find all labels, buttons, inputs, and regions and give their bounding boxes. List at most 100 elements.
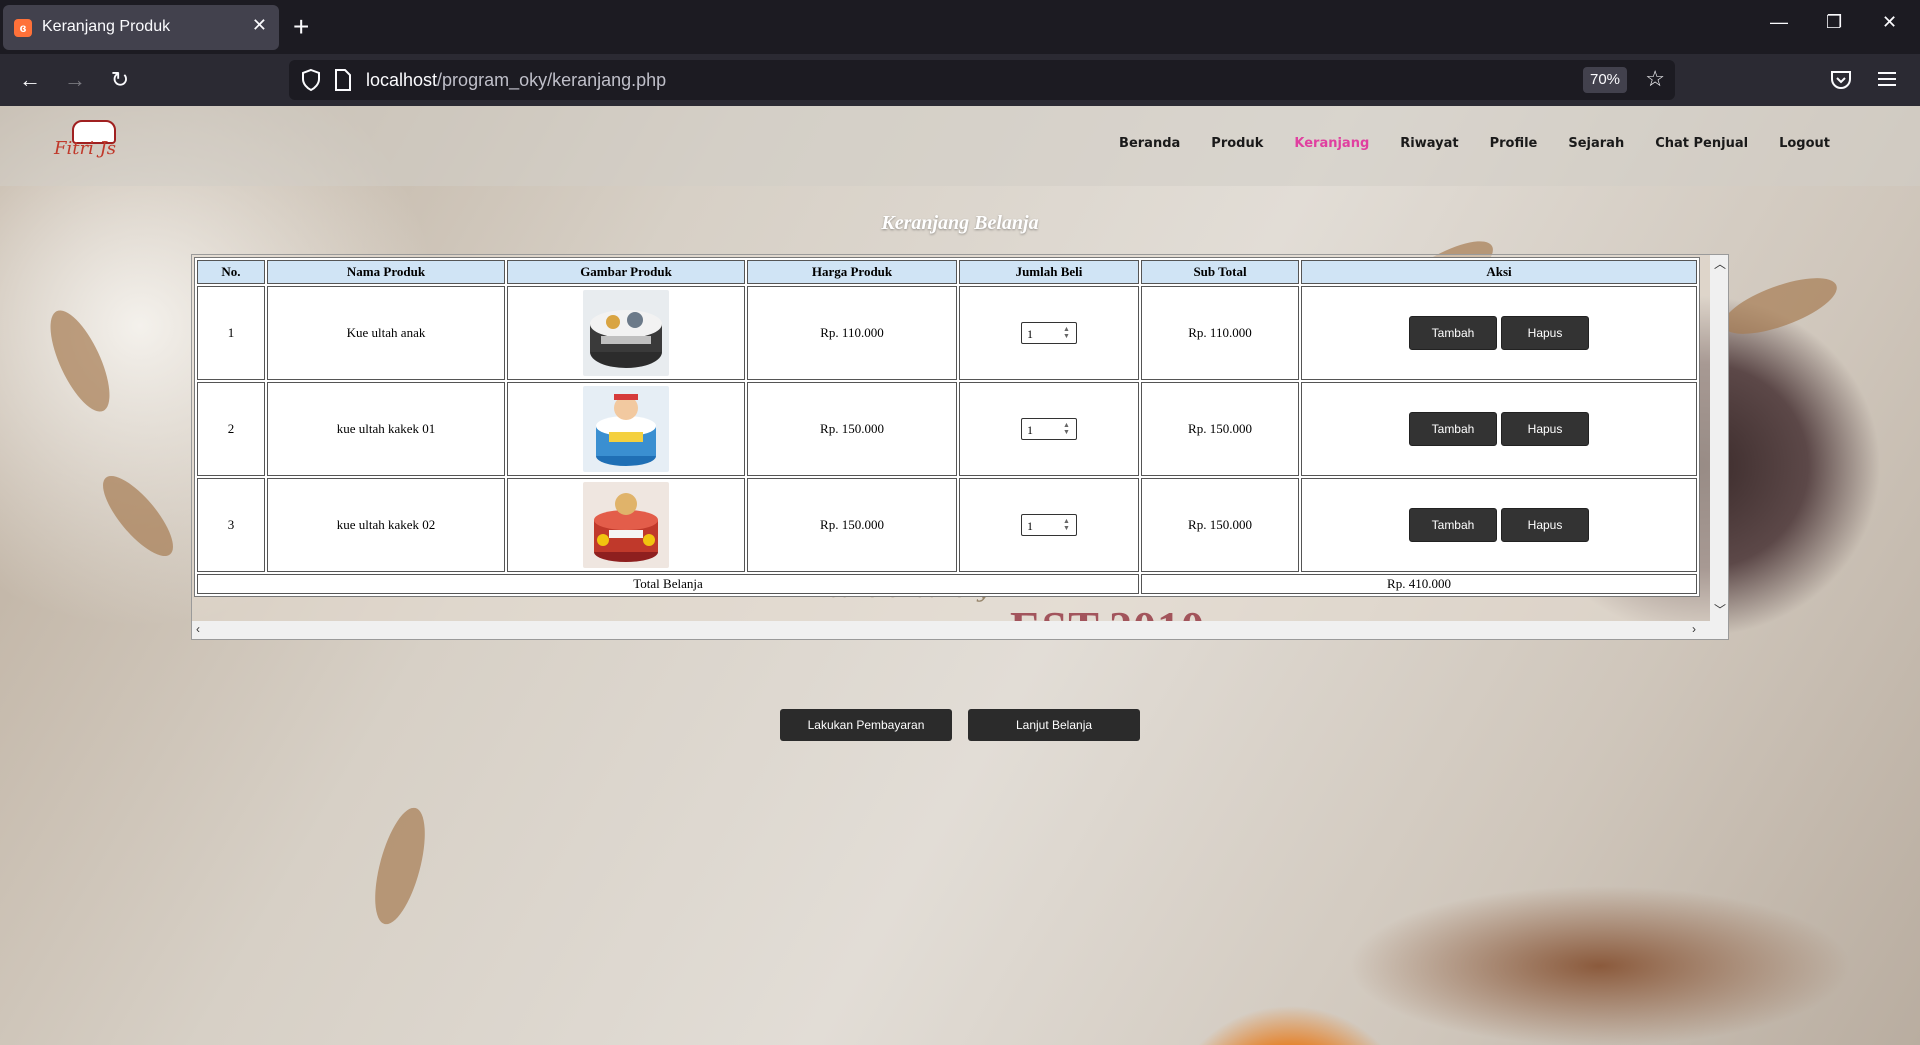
zoom-indicator[interactable]: 70% xyxy=(1583,67,1627,93)
quantity-stepper[interactable]: 1 ▲ ▼ xyxy=(1021,418,1077,440)
column-header: Jumlah Beli xyxy=(959,260,1139,284)
url-path: /program_oky/keranjang.php xyxy=(437,70,667,90)
product-image xyxy=(583,386,669,472)
product-price: Rp. 150.000 xyxy=(747,478,957,572)
menu-keranjang[interactable]: Keranjang xyxy=(1294,136,1369,151)
menu-hamburger-icon[interactable] xyxy=(1876,68,1898,90)
site-logo[interactable]: Fitri Js xyxy=(38,116,168,176)
total-label: Total Belanja xyxy=(197,574,1139,594)
close-window-icon[interactable]: ✕ xyxy=(1882,12,1897,33)
add-button[interactable]: Tambah xyxy=(1409,412,1497,446)
vertical-scrollbar[interactable]: ︿ ﹀ xyxy=(1710,255,1728,621)
product-name: Kue ultah anak xyxy=(267,286,505,380)
url-host: localhost xyxy=(366,70,438,90)
page-title: Keranjang Belanja xyxy=(881,212,1039,234)
cart-table: No. Nama Produk Gambar Produk Harga Prod… xyxy=(194,257,1700,597)
spinner-arrows-icon[interactable]: ▲ ▼ xyxy=(1063,326,1073,340)
total-value: Rp. 410.000 xyxy=(1141,574,1697,594)
menu-produk[interactable]: Produk xyxy=(1211,136,1263,151)
url-text[interactable]: localhost/program_oky/keranjang.php xyxy=(366,70,666,91)
subtotal: Rp. 150.000 xyxy=(1141,382,1299,476)
delete-button[interactable]: Hapus xyxy=(1501,412,1589,446)
scroll-down-icon[interactable]: ﹀ xyxy=(1714,601,1726,618)
background-wheat xyxy=(365,802,435,930)
main-menu: Beranda Produk Keranjang Riwayat Profile… xyxy=(1088,136,1830,151)
horizontal-scrollbar[interactable]: ‹ › xyxy=(192,621,1728,639)
column-header: Sub Total xyxy=(1141,260,1299,284)
address-bar[interactable]: localhost/program_oky/keranjang.php 70% … xyxy=(289,60,1675,100)
column-header: Nama Produk xyxy=(267,260,505,284)
column-header: Harga Produk xyxy=(747,260,957,284)
shield-icon[interactable] xyxy=(299,68,323,92)
row-number: 3 xyxy=(197,478,265,572)
continue-shopping-button[interactable]: Lanjut Belanja xyxy=(968,709,1140,741)
menu-chat-penjual[interactable]: Chat Penjual xyxy=(1655,136,1748,151)
row-number: 1 xyxy=(197,286,265,380)
bookmark-star-icon[interactable]: ☆ xyxy=(1645,66,1665,92)
menu-sejarah[interactable]: Sejarah xyxy=(1568,136,1624,151)
spinner-arrows-icon[interactable]: ▲ ▼ xyxy=(1063,518,1073,532)
site-header: Fitri Js Beranda Produk Keranjang Riwaya… xyxy=(0,106,1920,186)
product-price: Rp. 150.000 xyxy=(747,382,957,476)
column-header: No. xyxy=(197,260,265,284)
quantity-cell: 1 ▲ ▼ xyxy=(959,478,1139,572)
product-name: kue ultah kakek 01 xyxy=(267,382,505,476)
add-button[interactable]: Tambah xyxy=(1409,508,1497,542)
reload-icon[interactable]: ↻ xyxy=(104,64,136,96)
pocket-icon[interactable] xyxy=(1829,68,1853,92)
table-header-row: No. Nama Produk Gambar Produk Harga Prod… xyxy=(197,260,1697,284)
table-row: 2 kue ultah kakek 01 Rp. 150.000 1 ▲ ▼ R… xyxy=(197,382,1697,476)
column-header: Gambar Produk xyxy=(507,260,745,284)
menu-riwayat[interactable]: Riwayat xyxy=(1400,136,1458,151)
product-image-cell xyxy=(507,382,745,476)
quantity-cell: 1 ▲ ▼ xyxy=(959,286,1139,380)
product-image-cell xyxy=(507,286,745,380)
subtotal: Rp. 110.000 xyxy=(1141,286,1299,380)
add-button[interactable]: Tambah xyxy=(1409,316,1497,350)
cart-scroll-frame: cake & bakery EST.2010 No. Nama Produk G… xyxy=(191,254,1729,640)
table-row: 3 kue ultah kakek 02 Rp. 150.000 1 ▲ ▼ R… xyxy=(197,478,1697,572)
new-tab-icon[interactable]: + xyxy=(293,9,309,45)
page-info-icon[interactable] xyxy=(333,69,353,91)
product-image xyxy=(583,290,669,376)
spinner-arrows-icon[interactable]: ▲ ▼ xyxy=(1063,422,1073,436)
back-arrow-icon[interactable]: ← xyxy=(14,64,46,96)
total-row: Total Belanja Rp. 410.000 xyxy=(197,574,1697,594)
navigation-toolbar: ← → ↻ localhost/program_oky/keranjang.ph… xyxy=(0,54,1920,106)
minimize-icon[interactable]: — xyxy=(1770,12,1788,33)
product-name: kue ultah kakek 02 xyxy=(267,478,505,572)
delete-button[interactable]: Hapus xyxy=(1501,508,1589,542)
cart-actions: Lakukan Pembayaran Lanjut Belanja xyxy=(0,709,1920,741)
close-tab-icon[interactable]: ✕ xyxy=(252,15,267,36)
row-number: 2 xyxy=(197,382,265,476)
quantity-stepper[interactable]: 1 ▲ ▼ xyxy=(1021,322,1077,344)
forward-arrow-icon[interactable]: → xyxy=(59,64,91,96)
background-wheat xyxy=(1716,266,1844,346)
scroll-up-icon[interactable]: ︿ xyxy=(1714,255,1726,272)
site-favicon-icon: ɞ xyxy=(14,19,32,37)
menu-beranda[interactable]: Beranda xyxy=(1119,136,1180,151)
menu-profile[interactable]: Profile xyxy=(1490,136,1538,151)
checkout-button[interactable]: Lakukan Pembayaran xyxy=(780,709,952,741)
actions-cell: Tambah Hapus xyxy=(1301,478,1697,572)
menu-logout[interactable]: Logout xyxy=(1779,136,1830,151)
subtotal: Rp. 150.000 xyxy=(1141,478,1299,572)
scroll-left-icon[interactable]: ‹ xyxy=(196,622,200,636)
logo-text: Fitri Js xyxy=(54,138,117,159)
actions-cell: Tambah Hapus xyxy=(1301,286,1697,380)
product-image-cell xyxy=(507,478,745,572)
restore-icon[interactable]: ❐ xyxy=(1826,12,1842,33)
quantity-value: 1 xyxy=(1027,519,1033,533)
column-header: Aksi xyxy=(1301,260,1697,284)
background-wheat xyxy=(38,302,122,420)
table-row: 1 Kue ultah anak Rp. 110.000 1 ▲ ▼ Rp. 1… xyxy=(197,286,1697,380)
quantity-value: 1 xyxy=(1027,423,1033,437)
product-image xyxy=(583,482,669,568)
quantity-cell: 1 ▲ ▼ xyxy=(959,382,1139,476)
scroll-right-icon[interactable]: › xyxy=(1692,622,1696,636)
delete-button[interactable]: Hapus xyxy=(1501,316,1589,350)
quantity-stepper[interactable]: 1 ▲ ▼ xyxy=(1021,514,1077,536)
product-price: Rp. 110.000 xyxy=(747,286,957,380)
page-viewport: Fitri Js Beranda Produk Keranjang Riwaya… xyxy=(0,106,1920,1045)
active-tab[interactable]: ɞ Keranjang Produk ✕ xyxy=(3,5,279,50)
